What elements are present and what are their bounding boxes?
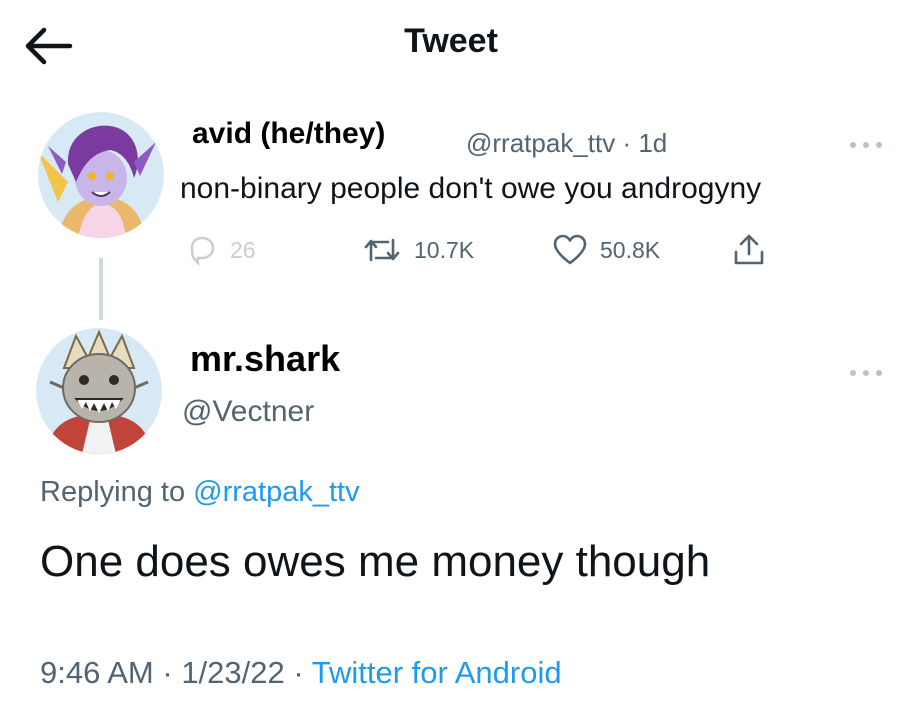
- replying-prefix: Replying to: [40, 476, 194, 508]
- avatar[interactable]: [38, 112, 164, 238]
- like-count: 50.8K: [600, 236, 661, 263]
- tweet-meta: 9:46 AM · 1/23/22 · Twitter for Android: [40, 655, 562, 691]
- reply-count: 26: [230, 236, 256, 263]
- more-options-icon[interactable]: [846, 366, 886, 380]
- tweet-age[interactable]: 1d: [638, 128, 667, 158]
- shark-mask-character-avatar-icon: [36, 328, 162, 454]
- user-handle[interactable]: @Vectner: [182, 395, 314, 429]
- handle-and-age: @rratpak_ttv · 1d: [466, 128, 667, 159]
- source-link[interactable]: Twitter for Android: [312, 655, 562, 690]
- reply-button[interactable]: 26: [184, 230, 256, 270]
- purple-hair-character-avatar-icon: [38, 112, 164, 238]
- more-options-icon[interactable]: [846, 138, 886, 152]
- like-button[interactable]: 50.8K: [552, 230, 660, 270]
- share-button[interactable]: [732, 230, 766, 270]
- share-icon: [734, 234, 764, 265]
- page-title: Tweet: [404, 22, 498, 60]
- mention-link[interactable]: @rratpak_ttv: [193, 476, 359, 508]
- display-name[interactable]: mr.shark: [190, 338, 340, 380]
- user-handle[interactable]: @rratpak_ttv: [466, 128, 615, 158]
- separator: ·: [153, 655, 182, 690]
- retweet-button[interactable]: 10.7K: [362, 230, 474, 270]
- tweet-date[interactable]: 1/23/22: [181, 655, 284, 690]
- display-name[interactable]: avid (he/they): [192, 117, 385, 151]
- thread-connector: [99, 258, 103, 320]
- tweet-time[interactable]: 9:46 AM: [40, 655, 154, 690]
- tweet-text: One does owes me money though: [40, 537, 711, 586]
- avatar[interactable]: [36, 328, 162, 454]
- separator: ·: [615, 128, 639, 158]
- reply-icon: [190, 236, 215, 267]
- retweet-icon: [364, 238, 400, 262]
- tweet-text: non-binary people don't owe you androgyn…: [180, 172, 762, 205]
- replying-to: Replying to @rratpak_ttv: [40, 476, 360, 509]
- retweet-count: 10.7K: [414, 236, 475, 263]
- heart-icon: [553, 234, 587, 265]
- separator: ·: [284, 655, 312, 690]
